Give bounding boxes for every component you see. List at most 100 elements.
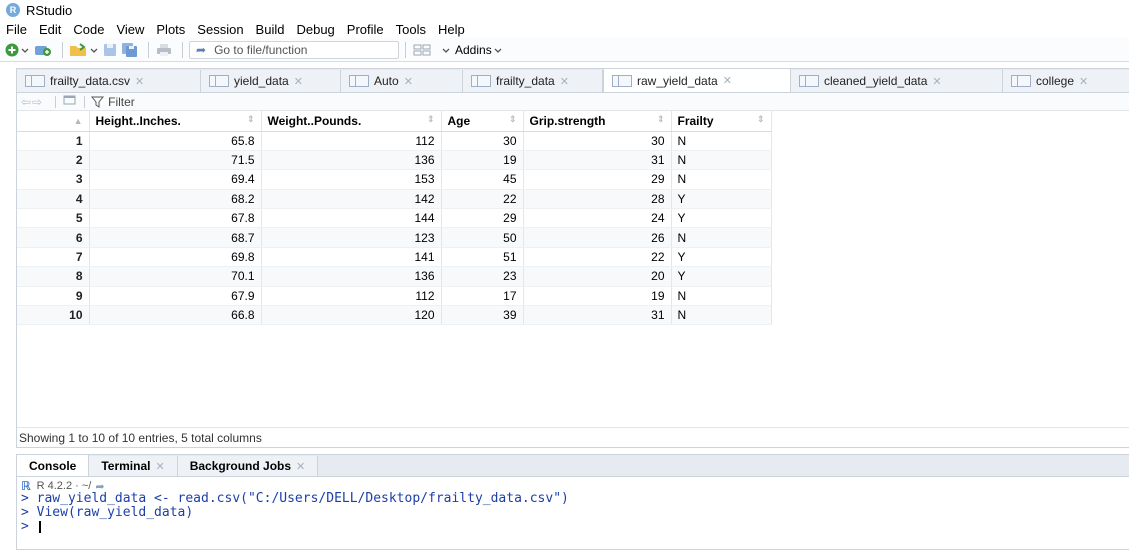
table-icon: [612, 74, 632, 87]
close-icon[interactable]: ✕: [404, 75, 413, 88]
close-icon[interactable]: ✕: [932, 75, 941, 88]
table-cell: Y: [671, 247, 772, 268]
new-file-button[interactable]: [4, 41, 30, 59]
filter-funnel-icon: [91, 96, 105, 108]
close-icon[interactable]: ✕: [294, 75, 303, 88]
tab-background-jobs[interactable]: Background Jobs ✕: [177, 456, 319, 476]
rstudio-logo-icon: R: [6, 3, 20, 17]
row-number: 10: [17, 305, 90, 326]
tab-label: yield_data: [234, 74, 289, 88]
table-cell: 22: [441, 189, 524, 210]
close-icon[interactable]: ✕: [1079, 75, 1088, 88]
menu-bar: File Edit Code View Plots Session Build …: [0, 20, 1129, 38]
tab-raw-yield-data[interactable]: raw_yield_data ✕: [603, 69, 791, 92]
menu-file[interactable]: File: [6, 22, 27, 37]
menu-help[interactable]: Help: [438, 22, 465, 37]
tab-label: cleaned_yield_data: [824, 74, 928, 88]
tab-auto[interactable]: Auto ✕: [341, 70, 463, 92]
tab-college[interactable]: college ✕: [1003, 70, 1129, 92]
close-icon[interactable]: ✕: [296, 460, 305, 473]
menu-plots[interactable]: Plots: [156, 22, 185, 37]
table-cell: 29: [441, 208, 524, 229]
column-header[interactable]: Frailty ⇕: [671, 111, 772, 132]
table-row: 5 67.8 144 29 24 Y: [17, 208, 772, 229]
table-cell: 29: [523, 169, 672, 190]
tab-console[interactable]: Console: [17, 455, 90, 476]
filter-button[interactable]: Filter: [91, 95, 135, 109]
toolbar-separator: [182, 41, 183, 58]
open-in-window-button[interactable]: [62, 94, 78, 109]
table-cell: 112: [261, 131, 442, 151]
table-cell: 39: [441, 305, 524, 326]
table-cell: 23: [441, 266, 524, 287]
plus-circle-icon: [5, 43, 19, 56]
tab-cleaned-yield-data[interactable]: cleaned_yield_data ✕: [791, 70, 1003, 92]
menu-debug[interactable]: Debug: [296, 22, 334, 37]
table-cell: 19: [523, 286, 672, 307]
table-cell: Y: [671, 189, 772, 210]
save-all-icon: [122, 42, 137, 57]
column-header-rownames[interactable]: ▲: [17, 111, 90, 132]
data-viewer-status: Showing 1 to 10 of 10 entries, 5 total c…: [17, 427, 1129, 447]
column-header[interactable]: Age ⇕: [441, 111, 524, 132]
table-cell: 136: [261, 266, 442, 287]
table-cell: N: [671, 150, 772, 171]
close-icon[interactable]: ✕: [155, 460, 164, 473]
filter-label: Filter: [108, 94, 135, 109]
tab-frailty-data[interactable]: frailty_data ✕: [463, 70, 603, 92]
table-icon: [1011, 75, 1031, 87]
table-cell: 30: [441, 131, 524, 151]
close-icon[interactable]: ✕: [560, 75, 569, 88]
tab-yield-data[interactable]: yield_data ✕: [201, 70, 341, 92]
table-cell: 20: [523, 266, 672, 287]
row-number: 1: [17, 131, 90, 151]
table-cell: N: [671, 286, 772, 307]
tab-label: frailty_data.csv: [50, 74, 131, 88]
column-header[interactable]: Height..Inches. ⇕: [89, 111, 262, 132]
window-title: RStudio: [26, 2, 73, 18]
pane-layout-button[interactable]: [412, 41, 434, 59]
menu-code[interactable]: Code: [73, 22, 104, 37]
new-project-button[interactable]: [33, 41, 53, 59]
print-button[interactable]: [155, 41, 173, 59]
print-icon: [157, 43, 171, 56]
sort-icon: ⇕: [246, 113, 255, 124]
table-row: 9 67.9 112 17 19 N: [17, 286, 772, 307]
tab-terminal[interactable]: Terminal ✕: [89, 456, 178, 476]
open-file-button[interactable]: [69, 41, 99, 59]
table-icon: [799, 75, 819, 87]
console-output[interactable]: > raw_yield_data <- read.csv("C:/Users/D…: [21, 492, 569, 534]
menu-session[interactable]: Session: [197, 22, 243, 37]
table-cell: N: [671, 305, 772, 326]
save-all-button[interactable]: [121, 41, 139, 59]
row-number: 7: [17, 247, 90, 268]
close-icon[interactable]: ✕: [135, 75, 144, 88]
column-header[interactable]: Weight..Pounds. ⇕: [261, 111, 442, 132]
menu-edit[interactable]: Edit: [39, 22, 61, 37]
menu-profile[interactable]: Profile: [347, 22, 384, 37]
tab-frailty-data-csv[interactable]: frailty_data.csv ✕: [17, 70, 201, 92]
row-number: 5: [17, 208, 90, 229]
table-cell: 70.1: [89, 266, 262, 287]
close-icon[interactable]: ✕: [723, 74, 732, 87]
table-row: 8 70.1 136 23 20 Y: [17, 266, 772, 287]
table-cell: 50: [441, 227, 524, 248]
text-cursor: [38, 520, 41, 533]
back-forward-nav-icon[interactable]: ⇦⇨: [21, 95, 43, 109]
toolbar-separator: [84, 95, 86, 108]
menu-build[interactable]: Build: [256, 22, 285, 37]
console-prompt-line[interactable]: >: [21, 520, 569, 534]
addins-label: Addins: [455, 42, 492, 57]
menu-tools[interactable]: Tools: [396, 22, 426, 37]
menu-view[interactable]: View: [116, 22, 144, 37]
tab-label: raw_yield_data: [637, 73, 718, 88]
toolbar-separator: [62, 41, 63, 58]
goto-file-function-input[interactable]: ➦ Go to file/function: [189, 40, 399, 59]
table-cell: 136: [261, 150, 442, 171]
table-cell: 69.4: [89, 169, 262, 190]
table-cell: 26: [523, 227, 672, 248]
addins-button[interactable]: Addins: [441, 42, 504, 58]
table-cell: 45: [441, 169, 524, 190]
save-button[interactable]: [102, 41, 118, 59]
column-header[interactable]: Grip.strength ⇕: [523, 111, 672, 132]
